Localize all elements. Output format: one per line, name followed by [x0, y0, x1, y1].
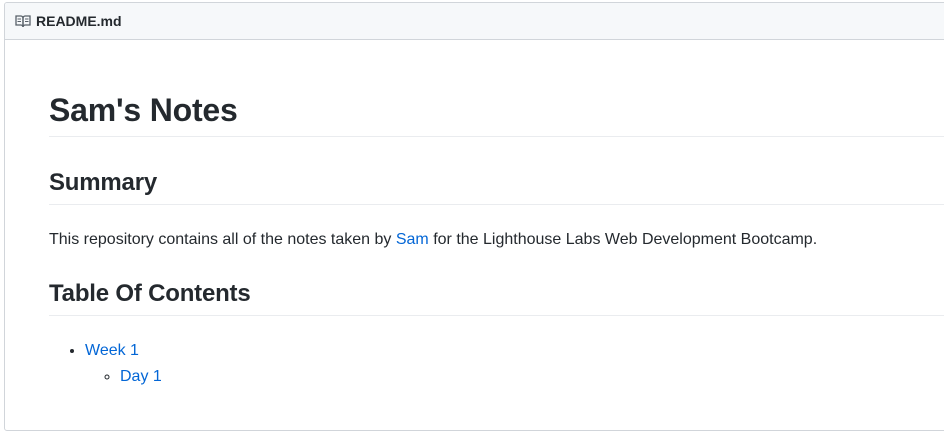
readme-filename: README.md	[36, 13, 122, 29]
summary-text-after: for the Lighthouse Labs Web Development …	[428, 231, 818, 248]
book-icon	[15, 14, 31, 28]
toc-sublist: Day 1	[85, 364, 162, 390]
week-1-link[interactable]: Week 1	[85, 342, 139, 359]
toc-heading: Table Of Contents	[49, 279, 944, 316]
toc-item-day-1: Day 1	[120, 364, 162, 390]
readme-container: README.md Sam's Notes Summary This repos…	[4, 2, 944, 431]
summary-text-before: This repository contains all of the note…	[49, 231, 396, 248]
summary-paragraph: This repository contains all of the note…	[49, 229, 817, 251]
sam-link[interactable]: Sam	[396, 231, 429, 248]
toc-item-week-1: Week 1 Day 1	[85, 338, 162, 390]
toc-list: Week 1 Day 1	[49, 338, 162, 390]
day-1-link[interactable]: Day 1	[120, 368, 162, 385]
readme-header: README.md	[5, 3, 944, 40]
summary-heading: Summary	[49, 168, 944, 205]
page-title: Sam's Notes	[49, 90, 944, 137]
